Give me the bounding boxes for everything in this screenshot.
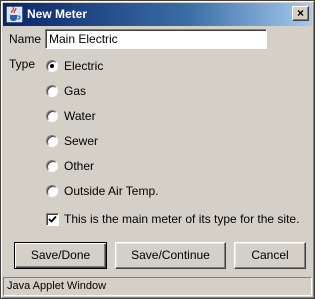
main-meter-label: This is the main meter of its type for t… (64, 212, 300, 226)
close-icon: × (296, 6, 304, 20)
main-meter-option[interactable]: This is the main meter of its type for t… (45, 211, 310, 229)
radio-outside-air-temp[interactable]: Outside Air Temp. (45, 183, 245, 201)
dialog-window: New Meter × Name Main Electric Type Elec… (0, 0, 315, 299)
java-cup-icon (6, 6, 23, 23)
type-label: Type (9, 57, 36, 71)
radio-label: Electric (64, 59, 104, 73)
radio-label: Other (64, 159, 95, 173)
radio-electric[interactable]: Electric (45, 58, 245, 76)
radio-other[interactable]: Other (45, 158, 245, 176)
title-bar[interactable]: New Meter × (3, 3, 312, 26)
radio-button[interactable] (46, 185, 58, 197)
radio-label: Gas (64, 84, 87, 98)
radio-button[interactable] (46, 110, 58, 122)
radio-button-checked[interactable] (46, 60, 58, 72)
cancel-button[interactable]: Cancel (234, 242, 306, 269)
radio-button[interactable] (46, 160, 58, 172)
radio-water[interactable]: Water (45, 108, 245, 126)
radio-gas[interactable]: Gas (45, 83, 245, 101)
radio-sewer[interactable]: Sewer (45, 133, 245, 151)
radio-button[interactable] (46, 135, 58, 147)
main-meter-checkbox[interactable] (46, 213, 59, 226)
radio-label: Outside Air Temp. (64, 184, 159, 198)
name-input[interactable]: Main Electric (45, 29, 267, 49)
window-title: New Meter (27, 7, 88, 21)
save-done-button[interactable]: Save/Done (14, 242, 107, 269)
status-bar: Java Applet Window (3, 277, 312, 296)
name-label: Name (9, 32, 42, 46)
checkmark-icon (48, 215, 57, 223)
radio-label: Sewer (64, 134, 99, 148)
close-button[interactable]: × (292, 6, 309, 21)
radio-label: Water (64, 109, 96, 123)
save-continue-button[interactable]: Save/Continue (115, 242, 226, 269)
radio-button[interactable] (46, 85, 58, 97)
